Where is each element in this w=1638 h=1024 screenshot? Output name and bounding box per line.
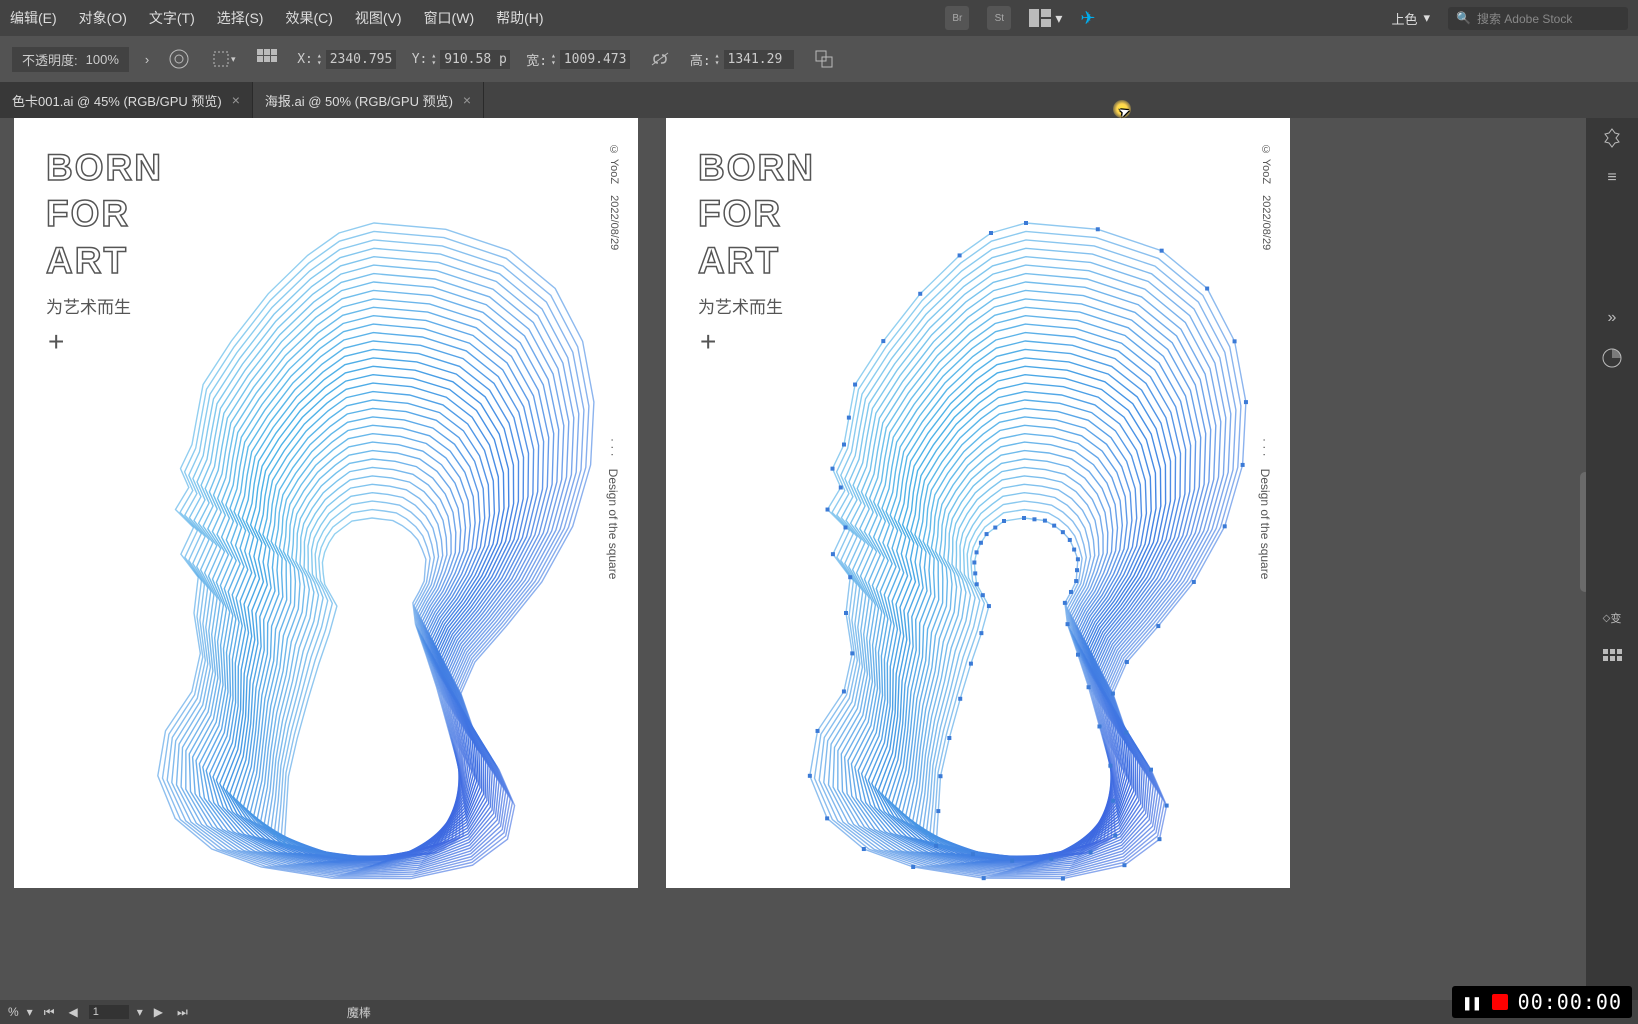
artboard[interactable]: BORN FOR ART 为艺术而生 + © YooZ 2022/08/29 ·… xyxy=(666,118,1290,888)
color-panel-icon[interactable] xyxy=(1586,338,1638,378)
search-icon: 🔍 xyxy=(1456,11,1471,25)
menu-help[interactable]: 帮助(H) xyxy=(496,8,543,28)
menu-right-group: Br St ▾ ✈ 上色 ▾ 🔍 搜索 Adobe Stock xyxy=(945,6,1628,30)
stock-icon[interactable]: St xyxy=(987,6,1011,30)
status-bar: % ▾ ⏮ ◀ ▾ ▶ ⏭ 魔棒 ▶ xyxy=(0,1000,1638,1024)
arrange-documents-button[interactable]: ▾ xyxy=(1029,9,1062,27)
transform-icon[interactable]: ▾ xyxy=(209,45,237,73)
x-label: X: xyxy=(297,52,313,67)
width-field[interactable]: 宽: ▴▾ xyxy=(526,50,630,69)
tool-hint: 魔棒 xyxy=(347,1004,371,1021)
link-dimensions-icon[interactable] xyxy=(646,45,674,73)
artboard[interactable]: BORN FOR ART 为艺术而生 + © YooZ 2022/08/29 ·… xyxy=(14,118,638,888)
expand-panels-icon[interactable]: » xyxy=(1586,298,1638,338)
document-tab[interactable]: 色卡001.ai @ 45% (RGB/GPU 预览) × xyxy=(0,82,253,118)
workspace-label: 上色 xyxy=(1391,9,1417,28)
opacity-value: 100% xyxy=(86,52,119,67)
transform-panel-icon[interactable]: ◇变 xyxy=(1586,598,1638,638)
x-stepper[interactable]: ▴▾ xyxy=(317,52,322,66)
x-coordinate[interactable]: X: ▴▾ xyxy=(297,50,395,69)
y-stepper[interactable]: ▴▾ xyxy=(431,52,436,66)
plus-icon: + xyxy=(48,326,64,358)
menu-effect[interactable]: 效果(C) xyxy=(285,8,332,28)
menu-type[interactable]: 文字(T) xyxy=(149,8,195,28)
zoom-level[interactable]: % xyxy=(8,1005,19,1019)
libraries-panel-icon[interactable]: ≡ xyxy=(1586,158,1638,198)
width-label: 宽: xyxy=(526,50,547,69)
y-input[interactable] xyxy=(440,50,510,69)
x-input[interactable] xyxy=(326,50,396,69)
height-input[interactable] xyxy=(724,50,794,69)
menu-edit[interactable]: 编辑(E) xyxy=(10,8,57,28)
bridge-icon[interactable]: Br xyxy=(945,6,969,30)
align-panel-icon[interactable] xyxy=(1586,638,1638,678)
blend-artwork-selected xyxy=(766,208,1286,908)
close-icon[interactable]: × xyxy=(232,92,240,108)
opacity-control[interactable]: 不透明度: 100% xyxy=(12,47,129,72)
chevron-down-icon: ▾ xyxy=(1423,10,1430,26)
gpu-preview-icon[interactable]: ✈ xyxy=(1080,8,1095,29)
recolor-artwork-icon[interactable] xyxy=(165,45,193,73)
tab-label: 色卡001.ai @ 45% (RGB/GPU 预览) xyxy=(12,91,222,110)
width-stepper[interactable]: ▴▾ xyxy=(551,52,556,66)
workspace-switcher[interactable]: 上色 ▾ xyxy=(1391,9,1430,28)
screen-recorder-overlay: ❚❚ 00:00:00 xyxy=(1452,986,1632,1018)
height-field[interactable]: 高: ▴▾ xyxy=(690,50,794,69)
height-label: 高: xyxy=(690,50,711,69)
stock-search-box[interactable]: 🔍 搜索 Adobe Stock xyxy=(1448,7,1628,30)
plus-icon: + xyxy=(700,326,716,358)
last-artboard-button[interactable]: ⏭ xyxy=(174,1005,191,1020)
opacity-label: 不透明度: xyxy=(22,50,78,69)
right-panel-dock: ≡ » ◇变 xyxy=(1586,118,1638,1024)
properties-panel-icon[interactable] xyxy=(1586,118,1638,158)
blend-artwork xyxy=(114,208,634,908)
menu-select[interactable]: 选择(S) xyxy=(217,8,264,28)
height-stepper[interactable]: ▴▾ xyxy=(715,52,720,66)
chevron-down-icon: ▾ xyxy=(1055,10,1062,27)
opacity-flyout-arrow[interactable]: › xyxy=(145,52,149,67)
first-artboard-button[interactable]: ⏮ xyxy=(41,1005,58,1020)
tab-label: 海报.ai @ 50% (RGB/GPU 预览) xyxy=(265,91,453,110)
canvas-area[interactable]: BORN FOR ART 为艺术而生 + © YooZ 2022/08/29 ·… xyxy=(0,118,1586,1000)
search-placeholder: 搜索 Adobe Stock xyxy=(1477,10,1572,27)
shape-mode-icon[interactable] xyxy=(810,45,838,73)
document-tab[interactable]: 海报.ai @ 50% (RGB/GPU 预览) × xyxy=(253,82,484,118)
menu-bar: 编辑(E) 对象(O) 文字(T) 选择(S) 效果(C) 视图(V) 窗口(W… xyxy=(0,0,1638,36)
close-icon[interactable]: × xyxy=(463,92,471,108)
document-tabs: 色卡001.ai @ 45% (RGB/GPU 预览) × 海报.ai @ 50… xyxy=(0,82,1638,118)
artboard-dropdown-icon[interactable]: ▾ xyxy=(137,1005,143,1019)
y-label: Y: xyxy=(412,52,428,67)
prev-artboard-button[interactable]: ◀ xyxy=(66,1005,81,1019)
y-coordinate[interactable]: Y: ▴▾ xyxy=(412,50,510,69)
width-input[interactable] xyxy=(560,50,630,69)
menu-view[interactable]: 视图(V) xyxy=(355,8,402,28)
artboard-number-input[interactable] xyxy=(89,1005,129,1019)
pause-button[interactable]: ❚❚ xyxy=(1462,993,1481,1012)
options-bar: 不透明度: 100% › ▾ X: ▴▾ Y: ▴▾ 宽: ▴▾ 高: ▴▾ xyxy=(0,36,1638,82)
zoom-dropdown-icon[interactable]: ▾ xyxy=(27,1005,33,1019)
record-button[interactable] xyxy=(1492,994,1508,1010)
next-artboard-button[interactable]: ▶ xyxy=(151,1005,166,1019)
recorder-time: 00:00:00 xyxy=(1518,990,1622,1014)
menu-object[interactable]: 对象(O) xyxy=(79,8,127,28)
align-icon[interactable] xyxy=(253,45,281,73)
menu-window[interactable]: 窗口(W) xyxy=(424,8,475,28)
